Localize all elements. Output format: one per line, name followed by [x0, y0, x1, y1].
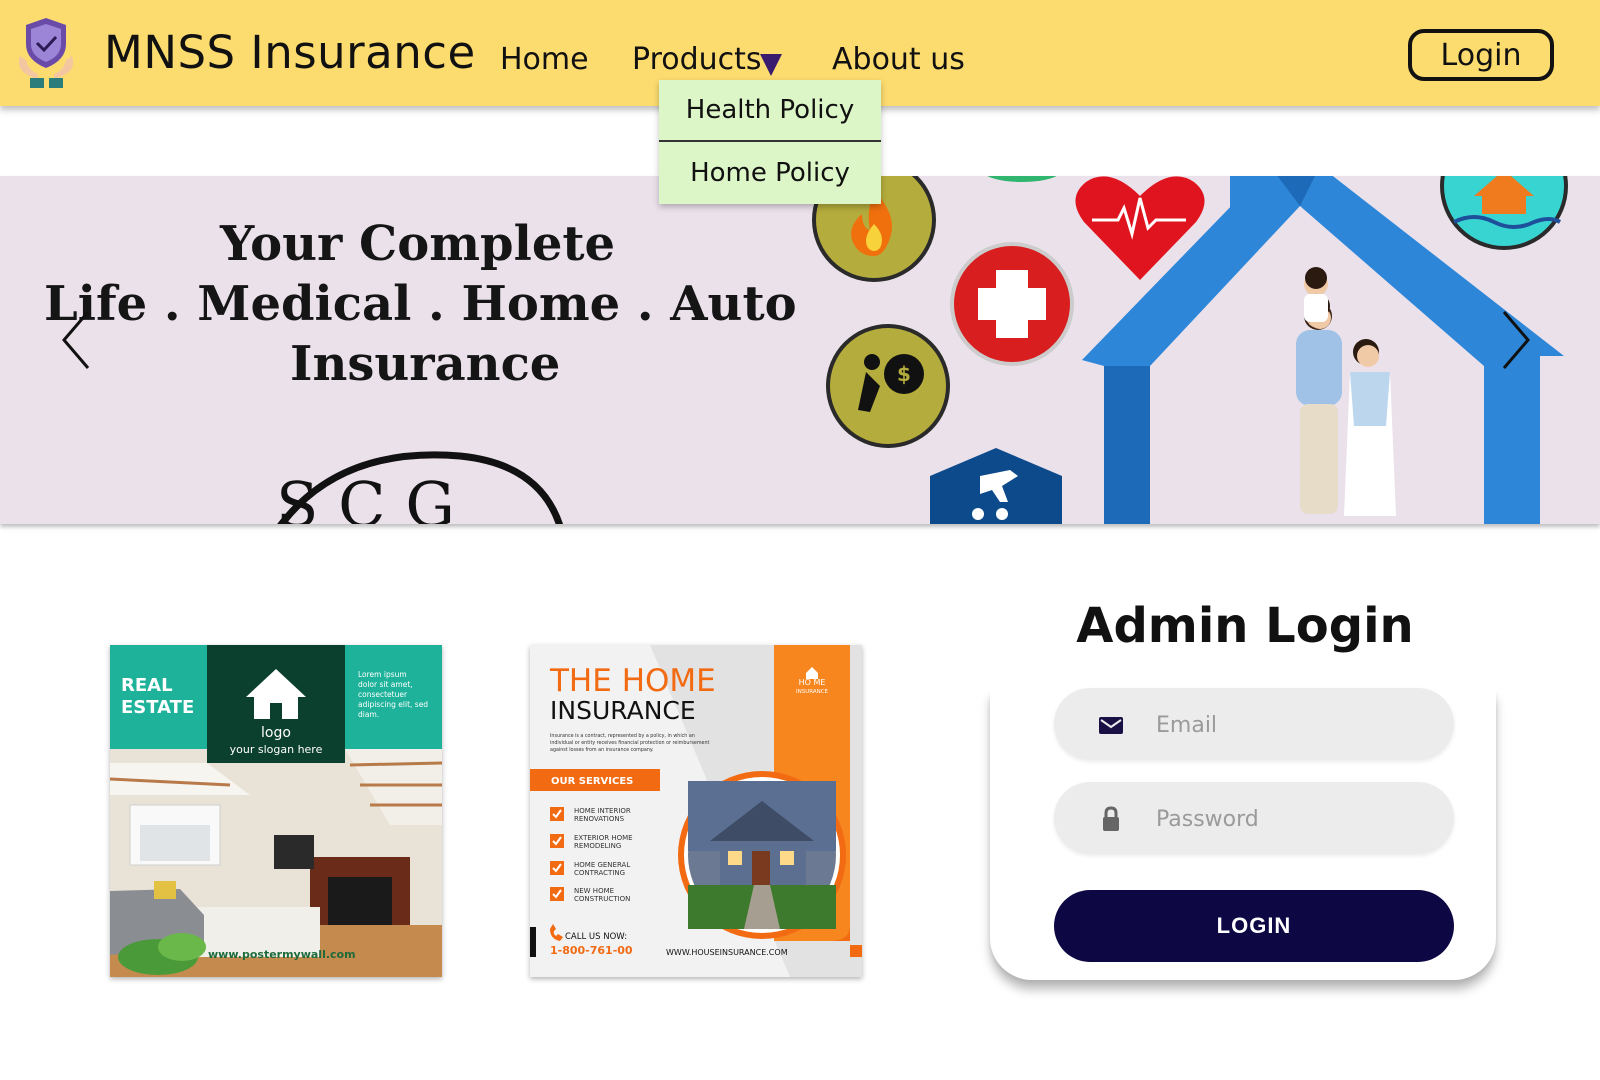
service-3-line-2: CONTRACTING: [574, 869, 625, 877]
home-insurance-poster[interactable]: HO ME INSURANCE THE HOME INSURANCE Insur…: [530, 645, 862, 977]
poster-call-label: CALL US NOW:: [565, 932, 627, 942]
email-field: [1054, 688, 1454, 760]
poster-website: WWW.HOUSEINSURANCE.COM: [666, 948, 788, 957]
poster-blurb-line-1: Lorem ipsum: [358, 670, 407, 679]
nav-about-us[interactable]: About us: [832, 42, 965, 77]
poster-slogan: your slogan here: [230, 743, 323, 756]
real-estate-poster-art: REAL ESTATE logo your slogan here Lorem …: [110, 645, 442, 977]
service-4-line-1: NEW HOME: [574, 887, 614, 895]
poster-description-line-3: against losses from an insurance company…: [550, 747, 654, 753]
poster-phone: 1-800-761-00: [550, 944, 633, 957]
poster-title-line-2: ESTATE: [121, 697, 194, 718]
poster-blurb-line-5: diam.: [358, 710, 379, 719]
envelope-icon: [1099, 717, 1123, 734]
poster-blurb-line-2: dolor sit amet,: [358, 680, 413, 689]
chevron-right-icon[interactable]: [1498, 308, 1534, 372]
poster-badge-line-1: HO ME: [799, 678, 826, 687]
password-field: [1054, 782, 1454, 854]
poster-description-line-2: individual or entity receives financial …: [550, 740, 710, 746]
password-input[interactable]: [1154, 800, 1428, 838]
service-3-line-1: HOME GENERAL: [574, 861, 630, 869]
admin-login-title: Admin Login: [1076, 598, 1414, 654]
caret-down-icon[interactable]: [760, 52, 782, 76]
nav-home[interactable]: Home: [500, 42, 589, 77]
service-2-line-1: EXTERIOR HOME: [574, 834, 633, 842]
service-1-line-2: RENOVATIONS: [574, 815, 625, 823]
hero-headline-line-3: Insurance: [290, 336, 561, 392]
poster-title-insurance: INSURANCE: [550, 696, 696, 725]
admin-login-submit-button[interactable]: LOGIN: [1054, 890, 1454, 962]
poster-title-line-1: REAL: [121, 675, 173, 696]
poster-description-line-1: Insurance is a contract, represented by …: [550, 733, 695, 739]
poster-badge-line-2: INSURANCE: [796, 689, 829, 695]
lock-icon: [1103, 806, 1119, 831]
poster-logo-label: logo: [261, 725, 291, 741]
shield-check-hands-icon[interactable]: [16, 16, 76, 90]
partial-logo-text: S C G: [276, 468, 455, 524]
poster-website: www.postermywall.com: [208, 948, 356, 961]
products-dropdown: Health Policy Home Policy: [659, 80, 881, 204]
real-estate-poster[interactable]: REAL ESTATE logo your slogan here Lorem …: [110, 645, 442, 977]
service-4-line-2: CONSTRUCTION: [574, 895, 630, 903]
partial-company-logo: S C G: [276, 451, 563, 524]
poster-blurb-line-3: consectetuer: [358, 690, 408, 699]
poster-blurb-line-4: adipiscing elit, sed: [358, 700, 428, 709]
hero-carousel: $ Your Complete Life . Medical . Home . …: [0, 176, 1600, 524]
email-input[interactable]: [1154, 706, 1428, 744]
poster-title-the-home: THE HOME: [549, 663, 716, 699]
hero-headline-line-2: Life . Medical . Home . Auto: [44, 276, 797, 332]
service-1-line-1: HOME INTERIOR: [574, 807, 631, 815]
chevron-left-icon[interactable]: [58, 308, 94, 372]
dropdown-item-home-policy[interactable]: Home Policy: [659, 140, 881, 204]
poster-services-label: OUR SERVICES: [551, 776, 633, 787]
service-2-line-2: REMODELING: [574, 842, 621, 850]
header-login-button[interactable]: Login: [1408, 29, 1554, 81]
hero-headline-line-1: Your Complete: [220, 216, 616, 272]
dropdown-item-health-policy[interactable]: Health Policy: [659, 80, 881, 140]
nav-products[interactable]: Products: [632, 42, 762, 77]
home-insurance-poster-art: HO ME INSURANCE THE HOME INSURANCE Insur…: [530, 645, 862, 977]
brand-name[interactable]: MNSS Insurance: [104, 26, 476, 79]
svg-text:$: $: [897, 362, 911, 386]
